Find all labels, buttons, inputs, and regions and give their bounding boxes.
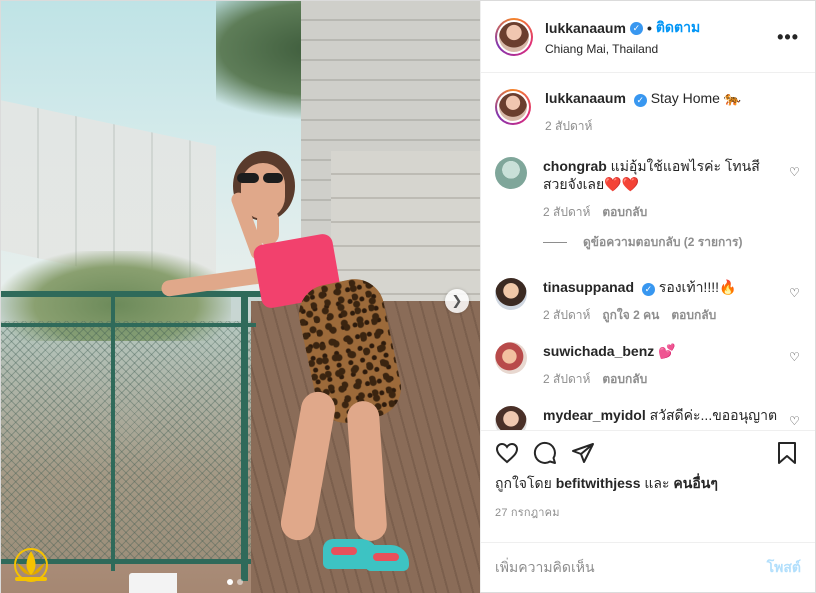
comment-time[interactable]: 2 สัปดาห์ [543, 306, 590, 324]
lotus-logo-watermark [14, 548, 48, 582]
follow-button[interactable]: ติดตาม [656, 17, 700, 39]
comment-text: 💕 [658, 343, 676, 359]
likes-others[interactable]: คนอื่นๆ [673, 475, 717, 491]
reply-button[interactable]: ตอบกลับ [602, 370, 647, 388]
comment-item: tinasuppanad ✓ รองเท้า!!!!🔥 2 สัปดาห์ ถู… [495, 278, 801, 324]
comment-time[interactable]: 2 สัปดาห์ [543, 203, 590, 221]
comment-username[interactable]: mydear_myidol [543, 407, 646, 423]
comment-icon[interactable] [533, 441, 557, 465]
view-replies-label: ดูข้อความตอบกลับ (2 รายการ) [583, 235, 743, 249]
verified-badge-icon: ✓ [641, 282, 655, 296]
comment-text: สวัสดีค่ะ...ขออนุญาต [649, 407, 778, 423]
heart-icon[interactable]: ♡ [789, 350, 801, 364]
post-photo[interactable]: ❯ [1, 1, 480, 593]
post-caption: lukkanaaum ✓ Stay Home 🐅 2 สัปดาห์ [495, 89, 801, 135]
photo-corner-strip [129, 573, 177, 593]
post-date[interactable]: 27 กรกฎาคม [495, 503, 801, 521]
comment-username[interactable]: suwichada_benz [543, 343, 654, 359]
comment-item: suwichada_benz 💕 2 สัปดาห์ ตอบกลับ ♡ [495, 342, 801, 388]
carousel-dot [227, 579, 233, 585]
post-location[interactable]: Chiang Mai, Thailand [545, 42, 700, 56]
likes-summary: ถูกใจโดย befitwithjess และ คนอื่นๆ [495, 473, 801, 495]
caption-username[interactable]: lukkanaaum [545, 90, 626, 106]
comment-avatar[interactable] [495, 278, 527, 310]
caption-avatar[interactable] [495, 89, 531, 125]
photo-person [160, 151, 421, 593]
comment-username[interactable]: chongrab [543, 158, 607, 174]
caption-time[interactable]: 2 สัปดาห์ [545, 117, 592, 135]
header-separator: • [646, 20, 652, 36]
likes-prefix: ถูกใจโดย [495, 475, 552, 491]
reply-button[interactable]: ตอบกลับ [671, 306, 716, 324]
chevron-right-icon: ❯ [451, 293, 463, 308]
carousel-dot [237, 579, 243, 585]
comment-input[interactable]: เพิ่มความคิดเห็น [495, 557, 595, 579]
post-sidebar: lukkanaaum ✓ • ติดตาม Chiang Mai, Thaila… [480, 1, 815, 592]
view-replies-button[interactable]: ดูข้อความตอบกลับ (2 รายการ) [543, 233, 801, 252]
author-avatar[interactable] [495, 17, 533, 56]
post-comment-button[interactable]: โพสต์ [767, 557, 801, 579]
author-username[interactable]: lukkanaaum [545, 20, 626, 36]
carousel-next-button[interactable]: ❯ [445, 289, 469, 313]
carousel-indicator [227, 579, 243, 585]
share-icon[interactable] [571, 441, 595, 465]
add-comment-bar: เพิ่มความคิดเห็น โพสต์ [481, 542, 815, 592]
comment-avatar[interactable] [495, 342, 527, 374]
bookmark-icon[interactable] [775, 441, 799, 465]
likes-and: และ [644, 475, 670, 491]
heart-icon[interactable]: ♡ [789, 165, 801, 179]
verified-badge-icon: ✓ [633, 93, 647, 107]
comment-likes[interactable]: ถูกใจ 2 คน [602, 306, 659, 324]
caption-text: Stay Home 🐅 [650, 90, 742, 106]
comment-item: mydear_myidol สวัสดีค่ะ...ขออนุญาต ♡ [495, 406, 801, 430]
comment-username[interactable]: tinasuppanad [543, 279, 634, 295]
heart-icon[interactable] [495, 441, 519, 465]
heart-icon[interactable]: ♡ [789, 286, 801, 300]
post-header: lukkanaaum ✓ • ติดตาม Chiang Mai, Thaila… [481, 1, 815, 73]
comment-avatar[interactable] [495, 157, 527, 189]
comment-time[interactable]: 2 สัปดาห์ [543, 370, 590, 388]
likes-user[interactable]: befitwithjess [556, 475, 641, 491]
comment-text: รองเท้า!!!!🔥 [658, 279, 737, 295]
reply-button[interactable]: ตอบกลับ [602, 203, 647, 221]
more-options-icon[interactable]: ••• [777, 27, 799, 48]
post-modal: ❯ lukkanaaum ✓ • ติดตาม Chiang Mai, Thai… [0, 0, 816, 593]
post-actions: ถูกใจโดย befitwithjess และ คนอื่นๆ 27 กร… [481, 430, 815, 542]
verified-badge-icon: ✓ [629, 21, 643, 35]
comment-item: chongrab แม่อุ้มใช้แอพไรค่ะ โทนสีสวยจังเ… [495, 157, 801, 221]
comment-avatar[interactable] [495, 406, 527, 430]
comments-list: lukkanaaum ✓ Stay Home 🐅 2 สัปดาห์ chong… [481, 73, 815, 430]
heart-icon[interactable]: ♡ [789, 414, 801, 428]
